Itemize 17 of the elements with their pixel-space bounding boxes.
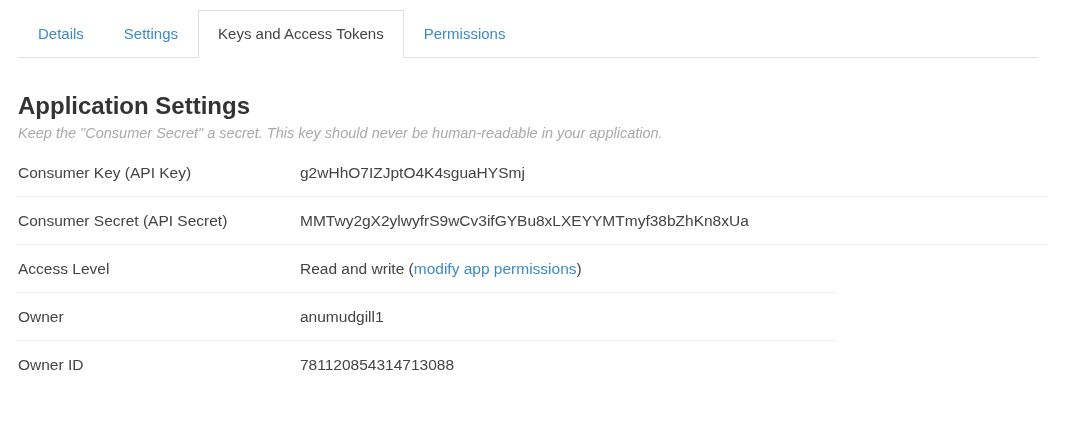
section-heading: Application Settings xyxy=(18,91,251,121)
field-value: Read and write (modify app permissions) xyxy=(300,259,582,278)
permissions-link[interactable]: modify app permissions xyxy=(413,259,577,277)
hint-text: Keep the "Consumer Secret" a secret. This key should never be human-readable in your application. xyxy=(18,125,664,141)
field-value: 781120854314713088 xyxy=(300,355,455,374)
field-label: Access Level xyxy=(18,259,111,278)
field-value: MMTwy2gX2ylwyfrS9wCv3ifGYBu8xLXEYYMTmyf38bZhKn8xUa xyxy=(300,211,749,230)
field-label: Consumer Secret (API Secret) xyxy=(18,211,229,230)
field-label: Owner ID xyxy=(18,355,85,374)
tab[interactable]: Details xyxy=(18,10,104,58)
field-value: g2wHhO7IZJptO4K4sguaHYSmj xyxy=(300,163,525,182)
tab[interactable]: Settings xyxy=(103,10,199,58)
field-value: anumudgill1 xyxy=(300,307,384,326)
field-label: Consumer Key (API Key) xyxy=(18,163,193,182)
tab[interactable]: Keys and Access Tokens xyxy=(198,10,404,58)
field-label: Owner xyxy=(18,307,65,326)
tab[interactable]: Permissions xyxy=(403,10,526,58)
